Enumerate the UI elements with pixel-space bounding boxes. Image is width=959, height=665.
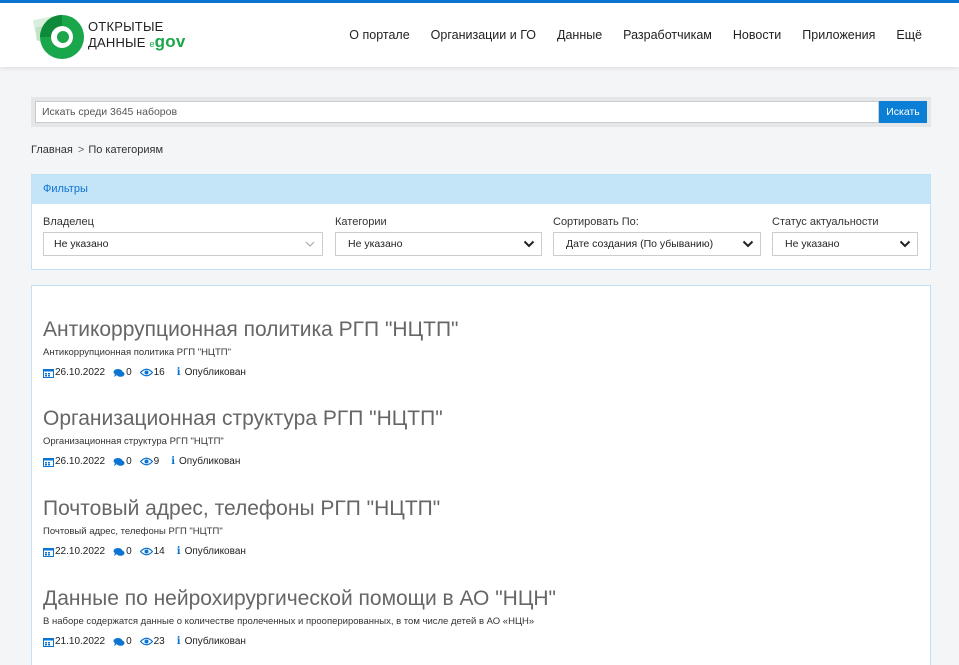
item-comments: 0	[126, 636, 132, 647]
breadcrumb-home[interactable]: Главная	[31, 144, 73, 156]
owner-select[interactable]: Не указано	[43, 232, 323, 256]
logo-icon	[33, 15, 84, 59]
list-item: Организационная структура РГП "НЦТП" Орг…	[43, 406, 443, 467]
list-item: Антикоррупционная политика РГП "НЦТП" Ан…	[43, 317, 459, 378]
item-views: 14	[153, 546, 165, 557]
filter-categories-label: Категории	[335, 216, 387, 228]
eye-icon	[139, 368, 153, 377]
info-icon: i	[176, 367, 181, 378]
eye-icon	[139, 637, 153, 646]
filters-panel: Фильтры Владелец Не указано Категории Не…	[31, 174, 931, 270]
item-title[interactable]: Организационная структура РГП "НЦТП"	[43, 406, 443, 432]
item-title[interactable]: Антикоррупционная политика РГП "НЦТП"	[43, 317, 459, 343]
item-status: Опубликован	[179, 456, 241, 467]
item-description: В наборе содержатся данные о количестве …	[43, 616, 535, 627]
item-description: Антикоррупционная политика РГП "НЦТП"	[43, 347, 231, 358]
nav-organizations[interactable]: Организации и ГО	[431, 25, 536, 45]
item-date: 26.10.2022	[55, 367, 106, 378]
filter-sort: Сортировать По: Дате создания (По убыван…	[553, 216, 761, 256]
search-button[interactable]: Искать	[879, 101, 927, 123]
item-comments: 0	[126, 456, 132, 467]
filter-owner-label: Владелец	[43, 216, 94, 228]
item-status: Опубликован	[184, 367, 246, 378]
nav-apps[interactable]: Приложения	[802, 25, 875, 45]
item-views: 9	[153, 456, 160, 467]
nav-about[interactable]: О портале	[349, 25, 409, 45]
status-select[interactable]: Не указано	[772, 232, 918, 256]
chevron-down-icon	[523, 240, 535, 248]
categories-select[interactable]: Не указано	[335, 232, 542, 256]
logo-text: ОТКРЫТЫЕ ДАННЫЕ egov	[88, 19, 186, 52]
filters-title: Фильтры	[32, 175, 930, 204]
item-comments: 0	[126, 546, 132, 557]
item-meta: 26.10.2022 0 9 i Опубликован	[43, 456, 443, 467]
comments-icon	[113, 368, 125, 377]
chevron-down-icon	[899, 240, 911, 248]
site-logo[interactable]: ОТКРЫТЫЕ ДАННЫЕ egov	[32, 12, 192, 60]
breadcrumb: Главная > По категориям	[31, 144, 163, 156]
list-item: Почтовый адрес, телефоны РГП "НЦТП" Почт…	[43, 496, 440, 557]
chevron-down-icon	[742, 240, 754, 248]
header: ОТКРЫТЫЕ ДАННЫЕ egov О портале Организац…	[0, 0, 959, 67]
item-description: Организационная структура РГП "НЦТП"	[43, 436, 224, 447]
logo-line2: ДАННЫЕ	[88, 35, 146, 50]
status-select-value: Не указано	[785, 238, 840, 250]
calendar-icon	[43, 547, 54, 557]
eye-icon	[139, 457, 153, 466]
nav-news[interactable]: Новости	[733, 25, 781, 45]
filter-status: Статус актуальности Не указано	[772, 216, 918, 256]
filter-owner: Владелец Не указано	[43, 216, 323, 256]
item-views: 16	[153, 367, 165, 378]
item-comments: 0	[126, 367, 132, 378]
item-meta: 22.10.2022 0 14 i Опубликован	[43, 546, 440, 557]
categories-select-value: Не указано	[348, 238, 403, 250]
nav-data[interactable]: Данные	[557, 25, 602, 45]
item-status: Опубликован	[184, 546, 246, 557]
item-date: 22.10.2022	[55, 546, 106, 557]
item-title[interactable]: Почтовый адрес, телефоны РГП "НЦТП"	[43, 496, 440, 522]
item-date: 21.10.2022	[55, 636, 106, 647]
breadcrumb-current: По категориям	[88, 144, 164, 156]
info-icon: i	[176, 636, 181, 647]
item-views: 23	[153, 636, 165, 647]
item-status: Опубликован	[184, 636, 246, 647]
main-nav: О портале Организации и ГО Данные Разраб…	[328, 25, 922, 45]
comments-icon	[113, 637, 125, 646]
breadcrumb-separator-icon: >	[77, 144, 85, 156]
nav-developers[interactable]: Разработчикам	[623, 25, 712, 45]
info-icon: i	[171, 456, 175, 467]
filter-sort-label: Сортировать По:	[553, 216, 639, 228]
comments-icon	[113, 457, 125, 466]
logo-gov: gov	[154, 32, 186, 51]
calendar-icon	[43, 637, 54, 647]
eye-icon	[139, 547, 153, 556]
nav-more[interactable]: Ещё	[896, 25, 922, 45]
filter-categories: Категории Не указано	[335, 216, 542, 256]
calendar-icon	[43, 368, 54, 378]
item-title[interactable]: Данные по нейрохирургической помощи в АО…	[43, 586, 556, 612]
info-icon: i	[176, 546, 181, 557]
search-bar: Искать	[31, 97, 931, 127]
item-description: Почтовый адрес, телефоны РГП "НЦТП"	[43, 526, 223, 537]
search-input[interactable]	[35, 101, 879, 123]
calendar-icon	[43, 457, 54, 467]
comments-icon	[113, 547, 125, 556]
item-meta: 21.10.2022 0 23 i Опубликован	[43, 636, 556, 647]
filter-status-label: Статус актуальности	[772, 216, 879, 228]
results-list: Антикоррупционная политика РГП "НЦТП" Ан…	[31, 285, 931, 665]
owner-select-value: Не указано	[54, 238, 109, 250]
sort-select-value: Дате создания (По убыванию)	[566, 238, 714, 250]
item-meta: 26.10.2022 0 16 i Опубликован	[43, 367, 459, 378]
sort-select[interactable]: Дате создания (По убыванию)	[553, 232, 761, 256]
chevron-down-icon	[305, 241, 315, 247]
list-item: Данные по нейрохирургической помощи в АО…	[43, 586, 556, 647]
item-date: 26.10.2022	[55, 456, 106, 467]
